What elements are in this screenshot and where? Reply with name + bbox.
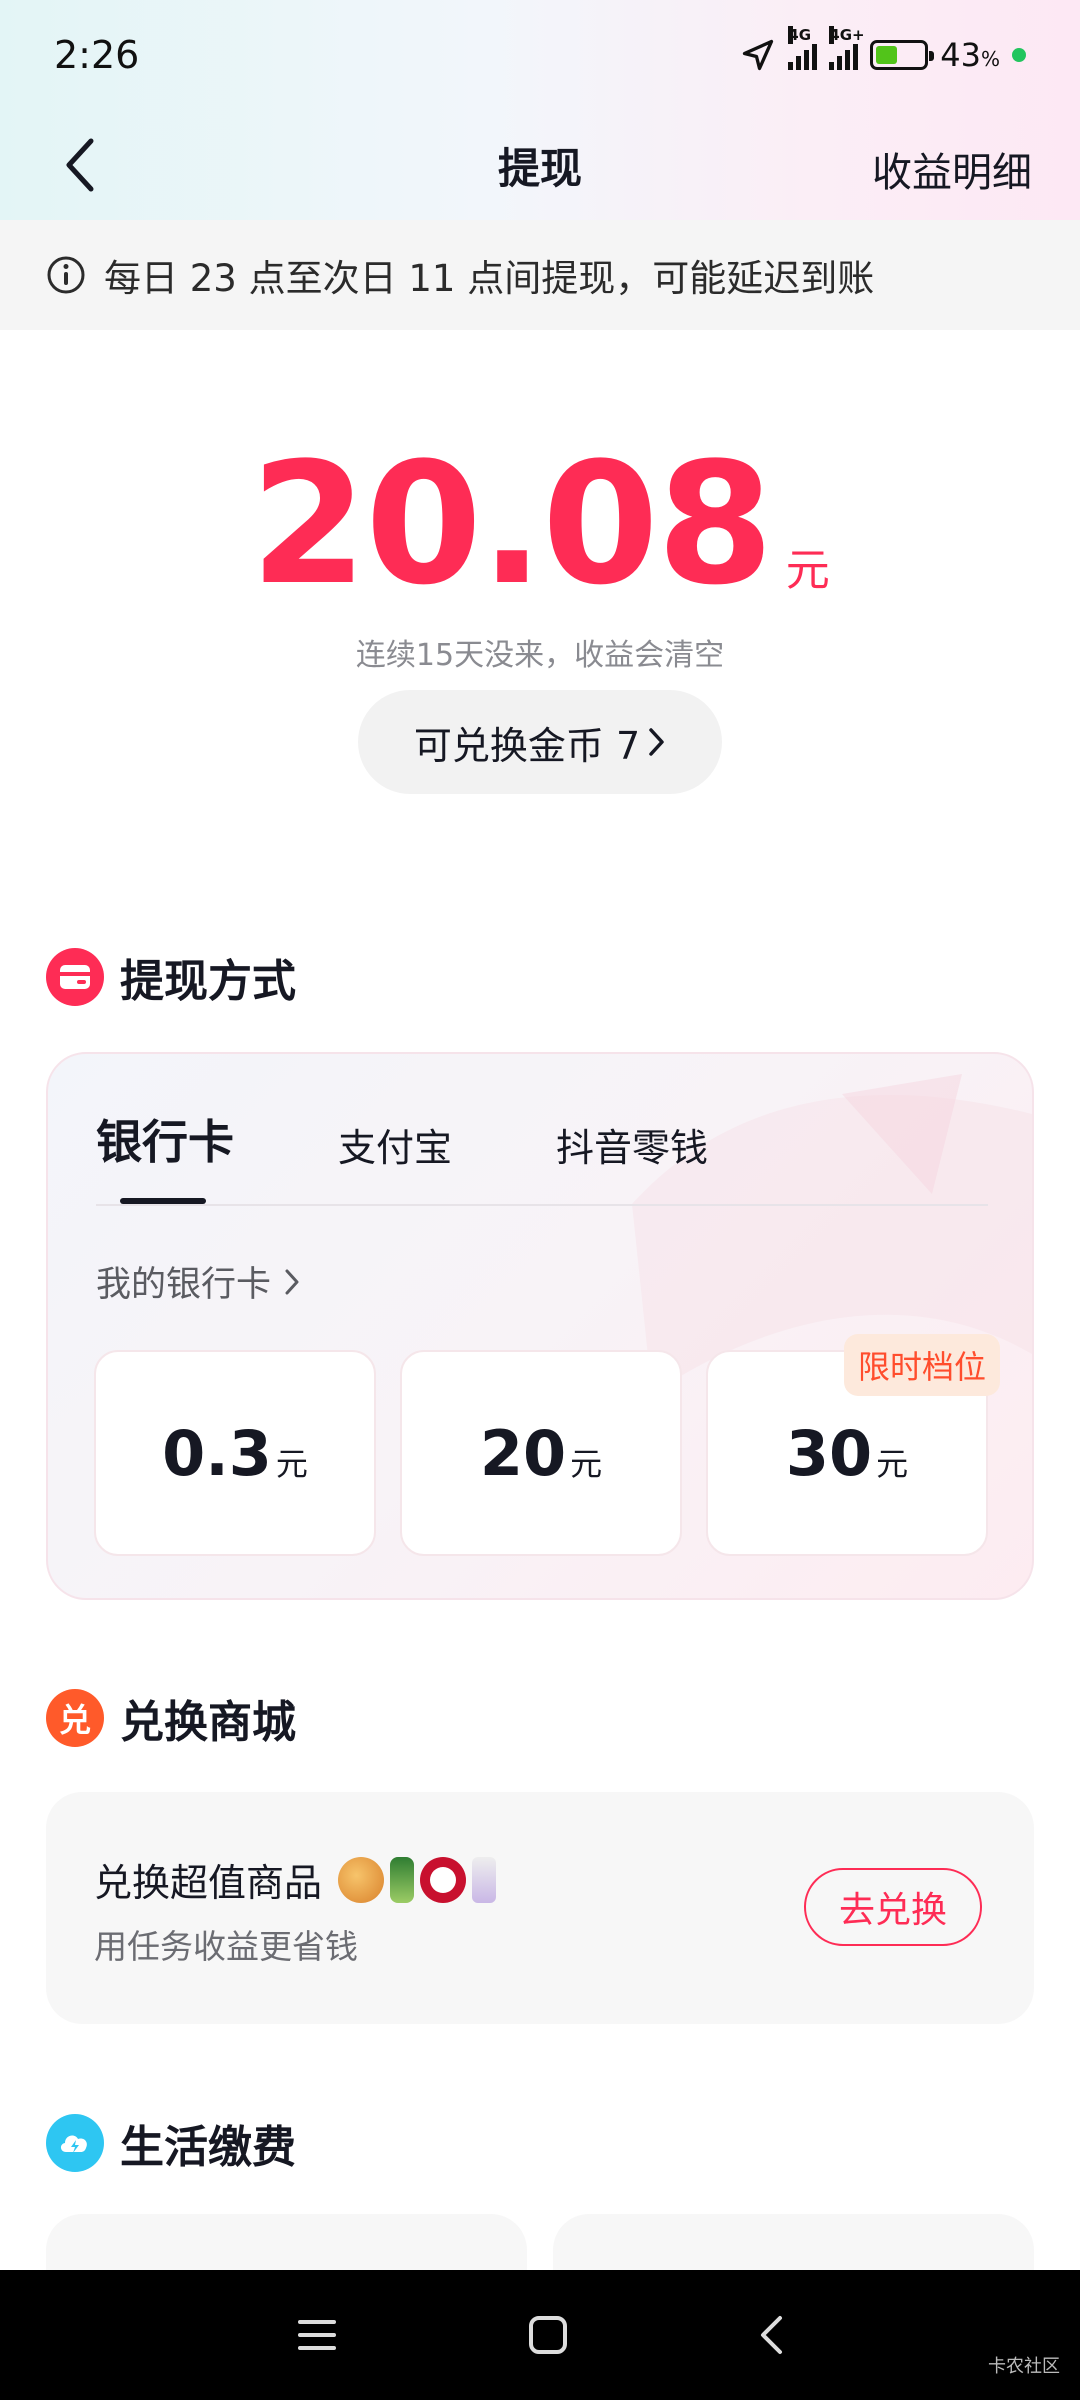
- exchange-card[interactable]: 兑换超值商品 用任务收益更省钱 去兑换: [46, 1792, 1034, 2024]
- battery-icon: [870, 40, 935, 70]
- withdraw-card: 银行卡 支付宝 抖音零钱 我的银行卡 0.3 元 20 元 30 元 限时档位: [46, 1052, 1034, 1600]
- toothpaste-icon: [472, 1856, 497, 1903]
- exchange-coins-button[interactable]: 可兑换金币 7: [358, 690, 722, 794]
- amount-options: 0.3 元 20 元 30 元 限时档位: [94, 1334, 1000, 1556]
- tab-douyin-wallet[interactable]: 抖音零钱: [556, 1117, 708, 1172]
- menu-icon[interactable]: [296, 2317, 338, 2353]
- chevron-left-icon: [66, 138, 94, 192]
- exchange-mall-title: 兑换商城: [120, 1697, 296, 1748]
- amount-value: 30: [785, 1416, 873, 1490]
- snack-icon: [338, 1856, 385, 1903]
- exchange-mall-header: 兑 兑换商城: [46, 1686, 296, 1750]
- status-time: 2:26: [54, 33, 140, 77]
- amount-unit: 元: [570, 1445, 603, 1483]
- chevron-right-icon: [649, 728, 664, 756]
- life-payment-cards: [46, 2214, 1034, 2294]
- battery-percent: 43%: [940, 36, 1000, 74]
- card-icon: [46, 948, 104, 1006]
- withdraw-tabs: 银行卡 支付宝 抖音零钱: [96, 1106, 812, 1172]
- back-nav-icon[interactable]: [758, 2315, 784, 2355]
- kfc-logo-icon: [420, 1856, 467, 1903]
- signal-icon-2: 4G+: [829, 26, 865, 70]
- info-icon: [47, 256, 85, 294]
- amount-unit: 元: [275, 1445, 308, 1483]
- notice-banner: 每日 23 点至次日 11 点间提现，可能延迟到账: [0, 220, 1080, 330]
- amount-value: 0.3: [162, 1416, 272, 1490]
- system-navigation-bar: 卡农社区: [0, 2270, 1080, 2400]
- nav-bar: 提现 收益明细: [0, 110, 1080, 220]
- product-thumbnails: [338, 1856, 497, 1903]
- limited-time-badge: 限时档位: [843, 1334, 1000, 1396]
- privacy-dot: [1012, 48, 1026, 62]
- exchange-card-title-text: 兑换超值商品: [94, 1861, 323, 1905]
- my-bank-card-link[interactable]: 我的银行卡: [96, 1256, 301, 1307]
- notice-text: 每日 23 点至次日 11 点间提现，可能延迟到账: [104, 257, 875, 300]
- network-type-2: 4G+: [829, 26, 865, 44]
- earnings-detail-link[interactable]: 收益明细: [872, 140, 1032, 198]
- amount-option-30[interactable]: 30 元 限时档位: [706, 1334, 1000, 1556]
- my-bank-card-label: 我的银行卡: [96, 1265, 272, 1305]
- amount-unit: 元: [876, 1445, 909, 1483]
- home-icon[interactable]: [528, 2315, 568, 2355]
- withdraw-method-header: 提现方式: [46, 945, 296, 1009]
- go-exchange-button[interactable]: 去兑换: [804, 1868, 982, 1946]
- tab-bank-card[interactable]: 银行卡: [96, 1106, 234, 1172]
- life-payment-title: 生活缴费: [120, 2122, 296, 2173]
- amount-value: 20: [479, 1416, 567, 1490]
- life-payment-header: 生活缴费: [46, 2111, 296, 2175]
- page-title: 提现: [497, 143, 582, 193]
- balance-section: 20.08 元 连续15天没来，收益会清空: [0, 440, 1080, 674]
- status-bar: 2:26 4G 4G+ 43%: [0, 0, 1080, 110]
- balance-amount: 20.08: [250, 426, 773, 622]
- balance-unit: 元: [785, 545, 830, 596]
- balance-subtitle: 连续15天没来，收益会清空: [355, 638, 725, 673]
- drink-bottle-icon: [390, 1856, 415, 1903]
- lightning-cloud-icon: [46, 2114, 104, 2172]
- amount-option-20[interactable]: 20 元: [400, 1350, 682, 1556]
- exchange-icon: 兑: [46, 1689, 104, 1747]
- tab-alipay[interactable]: 支付宝: [338, 1117, 452, 1172]
- back-button[interactable]: [50, 132, 110, 198]
- tab-divider: [96, 1204, 988, 1206]
- withdraw-method-title: 提现方式: [120, 956, 296, 1007]
- network-type-1: 4G: [788, 26, 812, 44]
- watermark: 卡农社区: [988, 2356, 1060, 2377]
- signal-icon: 4G: [788, 26, 818, 70]
- exchange-icon-char: 兑: [58, 1701, 91, 1739]
- exchange-card-subtitle: 用任务收益更省钱: [94, 1927, 358, 1966]
- exchange-card-title: 兑换超值商品: [94, 1852, 497, 1907]
- status-icons: 4G 4G+ 43%: [740, 26, 1026, 74]
- location-arrow-icon: [743, 39, 774, 71]
- exchange-coins-label: 可兑换金币 7: [413, 723, 641, 768]
- amount-option-0-3[interactable]: 0.3 元: [94, 1350, 376, 1556]
- chevron-right-icon: [285, 1269, 299, 1294]
